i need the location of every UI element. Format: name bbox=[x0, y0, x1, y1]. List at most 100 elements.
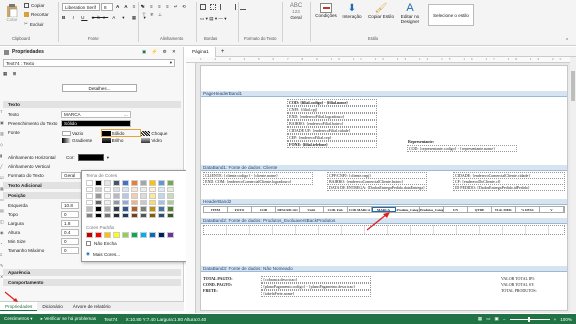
border-right-icon[interactable] bbox=[230, 4, 236, 10]
column-header-cell[interactable]: UN bbox=[444, 207, 468, 212]
fill-empty-option[interactable]: Vazio bbox=[62, 130, 101, 136]
color-swatch[interactable] bbox=[131, 212, 138, 218]
client-field[interactable]: ID PEDIDO: {DadosEntregaPedido.idPedido} bbox=[453, 184, 565, 191]
rep-label[interactable]: Representante: bbox=[407, 139, 457, 144]
prop-max-size-input[interactable]: 0 bbox=[61, 247, 79, 254]
prop-text-input[interactable]: MARCA… bbox=[61, 111, 131, 118]
fill-glass-option[interactable]: Vidro bbox=[141, 137, 180, 143]
prop-left-input[interactable]: 10.8 bbox=[61, 202, 79, 209]
color-swatch[interactable] bbox=[113, 186, 120, 192]
column-header-cell[interactable]: Produto_Categ bbox=[396, 207, 420, 212]
header-field[interactable]: COD: {filial.codigo} - {filial.nome} bbox=[287, 99, 377, 106]
color-swatch[interactable] bbox=[149, 212, 156, 218]
band-data-unnamed[interactable]: DataBand3: Fonte de dados: Não Nomeado bbox=[201, 266, 567, 272]
view-grid-icon[interactable]: ▦ bbox=[478, 316, 482, 322]
color-swatch[interactable] bbox=[86, 199, 93, 205]
panel-toolbar[interactable]: ▦ ⊞ bbox=[3, 71, 18, 77]
color-swatch[interactable] bbox=[140, 193, 147, 199]
copy-button[interactable]: Copiar bbox=[24, 3, 45, 8]
color-swatch[interactable] bbox=[122, 199, 129, 205]
color-swatch[interactable] bbox=[167, 186, 174, 192]
footer-value[interactable]: {tabelaFrete.nome} bbox=[261, 290, 371, 297]
prop-height-input[interactable]: 0.4 bbox=[61, 229, 79, 236]
align-left-icon[interactable]: ≡ bbox=[142, 4, 148, 10]
color-swatch[interactable] bbox=[140, 199, 147, 205]
color-swatch[interactable] bbox=[158, 212, 165, 218]
color-swatch[interactable] bbox=[149, 186, 156, 192]
border-buttons[interactable] bbox=[200, 4, 247, 10]
color-swatch[interactable] bbox=[86, 206, 93, 212]
zoom-in-icon[interactable]: + bbox=[554, 317, 557, 322]
column-header-cell[interactable]: QTDE bbox=[468, 207, 492, 212]
color-swatch[interactable] bbox=[131, 232, 138, 238]
lightning-icon[interactable]: ⚡ bbox=[152, 49, 160, 54]
color-swatch[interactable] bbox=[95, 186, 102, 192]
sort-icon[interactable]: ▦ bbox=[3, 71, 9, 76]
tool-sign-icon[interactable]: ✎ bbox=[0, 263, 5, 268]
color-swatch[interactable] bbox=[140, 232, 147, 238]
color-swatch[interactable] bbox=[140, 180, 147, 186]
copy-style-button[interactable]: 🖌 Copiar Estilo bbox=[366, 3, 396, 19]
color-swatch[interactable] bbox=[113, 232, 120, 238]
prop-fill-input[interactable]: Sólido bbox=[61, 120, 131, 127]
border-bottom-icon[interactable] bbox=[240, 4, 246, 10]
fill-glare-option[interactable]: Brilho bbox=[101, 137, 141, 143]
prop-top-input[interactable]: 0 bbox=[61, 211, 79, 218]
more-colors-option[interactable]: ◉ Mais Cores... bbox=[86, 251, 120, 257]
style-select[interactable]: Selecione o estilo bbox=[428, 4, 474, 26]
color-swatch[interactable] bbox=[149, 199, 156, 205]
wrap-icon[interactable]: ↵ bbox=[174, 4, 180, 10]
align-top-icon[interactable]: ⊤ bbox=[142, 12, 148, 18]
color-swatch[interactable] bbox=[140, 206, 147, 212]
border-left-icon[interactable] bbox=[220, 4, 226, 10]
collapse-ribbon-icon[interactable]: ⌃ bbox=[565, 38, 569, 44]
prop-min-size-input[interactable]: 0 bbox=[61, 238, 79, 245]
gear-icon[interactable]: ⚙ bbox=[163, 49, 169, 54]
conditions-button[interactable]: Condições bbox=[314, 3, 338, 18]
chevron-down-icon[interactable]: ▾ bbox=[107, 155, 109, 161]
no-fill-option[interactable]: Não Encha bbox=[86, 241, 117, 246]
justify-icon[interactable]: ≡ bbox=[166, 4, 172, 10]
footer-label[interactable]: FRETE: bbox=[203, 288, 243, 294]
edit-designer-button[interactable]: A Editar no Designer bbox=[396, 3, 424, 25]
color-swatch[interactable] bbox=[149, 193, 156, 199]
color-swatch[interactable] bbox=[122, 212, 129, 218]
color-swatch[interactable] bbox=[167, 180, 174, 186]
column-header-cell[interactable]: V bbox=[540, 207, 564, 212]
tab-properties[interactable]: Propriedades bbox=[0, 302, 38, 311]
tab-dictionary[interactable]: Dicionário bbox=[37, 302, 67, 311]
color-swatch[interactable] bbox=[86, 180, 93, 186]
rep-value[interactable]: COD: {representante.codigo} - {represent… bbox=[407, 145, 517, 152]
repeat-button[interactable]: Recortar bbox=[24, 12, 49, 17]
client-field[interactable]: END. COM: {enderecoComercialCliente.logr… bbox=[203, 178, 313, 185]
color-swatch[interactable] bbox=[104, 180, 111, 186]
tool-shape-icon[interactable]: ◇ bbox=[0, 142, 5, 147]
align-center-icon[interactable]: ≡ bbox=[150, 4, 156, 10]
rotate-icon[interactable]: ⟲ bbox=[182, 4, 188, 10]
border-all-icon[interactable] bbox=[200, 4, 206, 10]
footer-value[interactable]: {planoPagamento.codigo} - {planoPagament… bbox=[261, 283, 371, 290]
color-swatch[interactable] bbox=[167, 232, 174, 238]
interaction-button[interactable]: ⬇ Interação bbox=[340, 3, 364, 19]
color-swatch[interactable] bbox=[131, 199, 138, 205]
color-swatch[interactable] bbox=[122, 206, 129, 212]
zoom-slider[interactable] bbox=[509, 316, 550, 322]
align-buttons[interactable]: ≡ ≡ ≡ ≡ ↵ ⟲ ⊤ ∓ ⊥ bbox=[142, 4, 188, 18]
check-issues-button[interactable]: ▸ Verificar se há problemas bbox=[37, 316, 100, 322]
fill-hatch-option[interactable]: Choque bbox=[141, 130, 180, 136]
add-page-icon[interactable]: + bbox=[216, 49, 230, 55]
color-swatch[interactable] bbox=[104, 212, 111, 218]
standard-colors-grid[interactable] bbox=[86, 232, 175, 238]
column-header-cell[interactable]: ITEM bbox=[204, 207, 228, 212]
paste-button[interactable]: Colar bbox=[4, 4, 20, 24]
color-swatch[interactable] bbox=[140, 212, 147, 218]
color-swatch[interactable] bbox=[158, 186, 165, 192]
color-swatch[interactable] bbox=[86, 232, 93, 238]
header-field[interactable]: END: {enderecoFilial.logradouro} bbox=[287, 113, 377, 120]
color-swatch[interactable] bbox=[113, 212, 120, 218]
view-page-icon[interactable]: ▭ bbox=[486, 316, 490, 322]
column-header-cell[interactable]: Unid. bbox=[300, 207, 324, 212]
section-text[interactable]: Texto bbox=[3, 101, 181, 108]
color-swatch[interactable] bbox=[149, 232, 156, 238]
color-swatch[interactable] bbox=[113, 180, 120, 186]
